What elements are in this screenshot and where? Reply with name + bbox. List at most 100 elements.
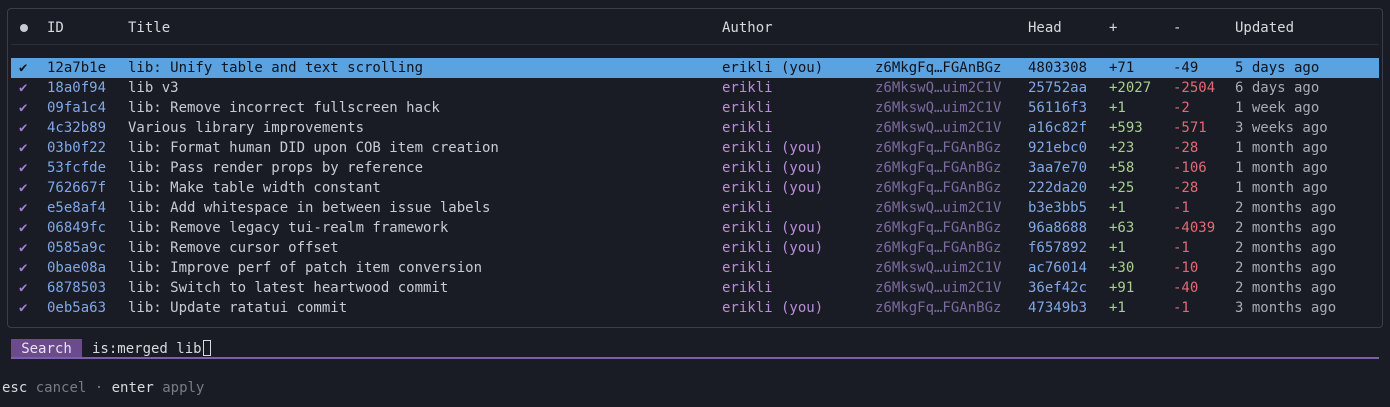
patch-head: 96a8688 bbox=[1028, 220, 1088, 236]
patch-head: 56116f3 bbox=[1028, 100, 1088, 116]
patch-deletions: -28 bbox=[1173, 140, 1199, 156]
patch-title: lib: Make table width constant bbox=[128, 180, 381, 196]
state-check-icon: ✔ bbox=[19, 80, 28, 96]
patch-additions: +1 bbox=[1109, 240, 1126, 256]
patch-deletions: -2504 bbox=[1173, 80, 1216, 96]
patch-title: lib: Format human DID upon COB item crea… bbox=[128, 140, 499, 156]
search-input[interactable]: is:merged lib bbox=[92, 339, 211, 359]
patch-deletions: -1 bbox=[1173, 300, 1190, 316]
patch-title: lib v3 bbox=[128, 80, 179, 96]
patch-author: erikli (you) bbox=[722, 140, 824, 156]
patch-updated: 2 months ago bbox=[1235, 240, 1337, 256]
patch-title: lib: Remove incorrect fullscreen hack bbox=[128, 100, 440, 116]
table-header: ID Title Author Head + - Updated bbox=[11, 18, 1379, 38]
column-header-updated[interactable]: Updated bbox=[1235, 18, 1294, 38]
table-row[interactable]: ✔ 762667f lib: Make table width constant er… bbox=[11, 178, 1379, 198]
patch-additions: +91 bbox=[1109, 280, 1135, 296]
table-row[interactable]: ✔ 6878503 lib: Switch to latest heartwood … bbox=[11, 278, 1379, 298]
table-row[interactable]: ✔ 18a0f94 lib v3 erikli z6MkswQ…uim2C1V 25752… bbox=[11, 78, 1379, 98]
patch-id: e5e8af4 bbox=[47, 200, 107, 216]
patch-author: erikli (you) bbox=[722, 60, 824, 76]
state-check-icon: ✔ bbox=[19, 180, 28, 196]
patch-additions: +23 bbox=[1109, 140, 1135, 156]
table-row[interactable]: ✔ e5e8af4 lib: Add whitespace in between i… bbox=[11, 198, 1379, 218]
column-header-deletions[interactable]: - bbox=[1173, 18, 1181, 38]
patch-author: erikli bbox=[722, 100, 773, 116]
patch-updated: 6 days ago bbox=[1235, 80, 1320, 96]
state-check-icon: ✔ bbox=[19, 160, 28, 176]
patch-title: lib: Remove cursor offset bbox=[128, 240, 339, 256]
table-row[interactable]: ✔ 0bae08a lib: Improve perf of patch item … bbox=[11, 258, 1379, 278]
text-cursor bbox=[202, 340, 211, 356]
table-row[interactable]: ✔ 12a7b1e lib: Unify table and text scroll… bbox=[11, 58, 1379, 78]
patch-author: erikli (you) bbox=[722, 180, 824, 196]
patch-id: 12a7b1e bbox=[47, 60, 107, 76]
patch-id: 0585a9c bbox=[47, 240, 107, 256]
patch-updated: 1 week ago bbox=[1235, 100, 1320, 116]
state-check-icon: ✔ bbox=[19, 260, 28, 276]
patch-title: lib: Add whitespace in between issue lab… bbox=[128, 200, 491, 216]
patch-head: b3e3bb5 bbox=[1028, 200, 1088, 216]
table-row[interactable]: ✔ 0585a9c lib: Remove cursor offset erikli … bbox=[11, 238, 1379, 258]
patch-updated: 1 month ago bbox=[1235, 160, 1328, 176]
patch-title: lib: Improve perf of patch item conversi… bbox=[128, 260, 483, 276]
help-action-cancel: cancel bbox=[35, 380, 87, 396]
patch-updated: 2 months ago bbox=[1235, 220, 1337, 236]
state-check-icon: ✔ bbox=[19, 280, 28, 296]
state-check-icon: ✔ bbox=[19, 240, 28, 256]
author-did: z6MkgFq…FGAnBGz bbox=[875, 180, 1002, 196]
column-header-head[interactable]: Head bbox=[1028, 18, 1062, 38]
state-check-icon: ✔ bbox=[19, 60, 28, 76]
table-row[interactable]: ✔ 09fa1c4 lib: Remove incorrect fullscreen… bbox=[11, 98, 1379, 118]
table-row[interactable]: ✔ 03b0f22 lib: Format human DID upon COB i… bbox=[11, 138, 1379, 158]
patch-deletions: -1 bbox=[1173, 240, 1190, 256]
patch-additions: +71 bbox=[1109, 60, 1135, 76]
column-header-title[interactable]: Title bbox=[128, 18, 170, 38]
patch-author: erikli (you) bbox=[722, 240, 824, 256]
table-row[interactable]: ✔ 4c32b89 Various library improvements erik… bbox=[11, 118, 1379, 138]
author-did: z6MkswQ…uim2C1V bbox=[875, 260, 1002, 276]
column-header-author[interactable]: Author bbox=[722, 18, 773, 38]
patch-updated: 2 months ago bbox=[1235, 280, 1337, 296]
author-did: z6MkswQ…uim2C1V bbox=[875, 120, 1002, 136]
state-dot-icon bbox=[20, 24, 28, 32]
patch-head: a16c82f bbox=[1028, 120, 1088, 136]
patch-author: erikli bbox=[722, 200, 773, 216]
table-row[interactable]: ✔ 0eb5a63 lib: Update ratatui commit erikli… bbox=[11, 298, 1379, 318]
table-row[interactable]: ✔ 53fcfde lib: Pass render props by refere… bbox=[11, 158, 1379, 178]
author-did: z6MkswQ…uim2C1V bbox=[875, 280, 1002, 296]
state-check-icon: ✔ bbox=[19, 220, 28, 236]
author-did: z6MkswQ…uim2C1V bbox=[875, 80, 1002, 96]
patch-id: 18a0f94 bbox=[47, 80, 107, 96]
patch-head: 3aa7e70 bbox=[1028, 160, 1088, 176]
patch-updated: 2 months ago bbox=[1235, 200, 1337, 216]
help-action-apply: apply bbox=[162, 380, 205, 396]
patch-additions: +63 bbox=[1109, 220, 1135, 236]
patch-author: erikli (you) bbox=[722, 160, 824, 176]
patch-title: lib: Unify table and text scrolling bbox=[128, 60, 424, 76]
patch-author: erikli bbox=[722, 280, 773, 296]
column-header-id[interactable]: ID bbox=[47, 18, 64, 38]
header-divider bbox=[11, 44, 1379, 45]
patch-deletions: -2 bbox=[1173, 100, 1190, 116]
patch-head: 36ef42c bbox=[1028, 280, 1088, 296]
patch-head: 4803308 bbox=[1028, 60, 1088, 76]
author-did: z6MkgFq…FGAnBGz bbox=[875, 60, 1002, 76]
state-check-icon: ✔ bbox=[19, 140, 28, 156]
column-header-additions[interactable]: + bbox=[1109, 18, 1117, 38]
patch-additions: +25 bbox=[1109, 180, 1135, 196]
patch-deletions: -10 bbox=[1173, 260, 1199, 276]
state-check-icon: ✔ bbox=[19, 300, 28, 316]
state-check-icon: ✔ bbox=[19, 120, 28, 136]
patch-deletions: -28 bbox=[1173, 180, 1199, 196]
patch-updated: 3 weeks ago bbox=[1235, 120, 1328, 136]
patch-id: 0bae08a bbox=[47, 260, 107, 276]
help-line: esc cancel · enter apply bbox=[2, 378, 204, 398]
patch-author: erikli bbox=[722, 260, 773, 276]
author-did: z6MkgFq…FGAnBGz bbox=[875, 240, 1002, 256]
patch-deletions: -1 bbox=[1173, 200, 1190, 216]
table-row[interactable]: ✔ 06849fc lib: Remove legacy tui-realm fra… bbox=[11, 218, 1379, 238]
help-key-enter: enter bbox=[111, 380, 154, 396]
search-label: Search bbox=[11, 339, 82, 359]
patch-title: lib: Switch to latest heartwood commit bbox=[128, 280, 449, 296]
